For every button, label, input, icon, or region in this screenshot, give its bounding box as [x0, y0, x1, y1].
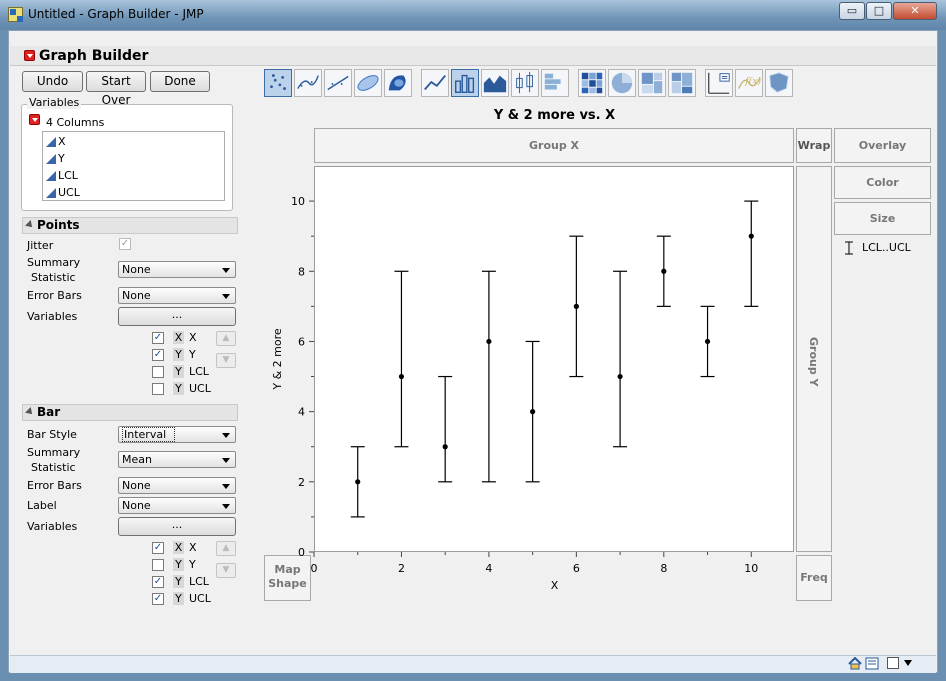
- data-point: [442, 444, 448, 450]
- y-tick-label: 6: [298, 335, 305, 348]
- x-tick-label: 0: [311, 562, 318, 575]
- x-tick-label: 4: [485, 562, 492, 575]
- y-tick-label: 2: [298, 476, 305, 489]
- x-axis-label: X: [551, 579, 559, 592]
- layout-toggle-icon[interactable]: [887, 657, 899, 669]
- y-tick-label: 0: [298, 546, 305, 559]
- status-bar: [10, 655, 936, 673]
- y-axis-label: Y & 2 more: [271, 328, 284, 391]
- data-point: [355, 479, 361, 485]
- data-point: [748, 233, 754, 239]
- data-point: [617, 373, 623, 380]
- home-icon[interactable]: [848, 656, 862, 670]
- data-point: [530, 409, 536, 415]
- x-tick-label: 8: [660, 562, 667, 575]
- x-tick-label: 10: [744, 562, 758, 575]
- data-point: [704, 338, 711, 345]
- data-point: [573, 303, 579, 309]
- chart-svg: 0 2 4 6 8 10 0 2 4 6 8 10 X Y & 2 more: [271, 195, 759, 592]
- y-tick-label: 10: [291, 195, 305, 208]
- data-point: [486, 338, 492, 345]
- x-tick-label: 2: [398, 562, 405, 575]
- x-tick-label: 6: [573, 562, 580, 575]
- data-point: [661, 268, 667, 274]
- y-tick-label: 4: [298, 406, 305, 419]
- data-point: [398, 373, 405, 380]
- y-tick-label: 8: [298, 265, 305, 278]
- status-dropdown-icon[interactable]: [904, 660, 912, 666]
- window-list-icon[interactable]: [865, 657, 879, 670]
